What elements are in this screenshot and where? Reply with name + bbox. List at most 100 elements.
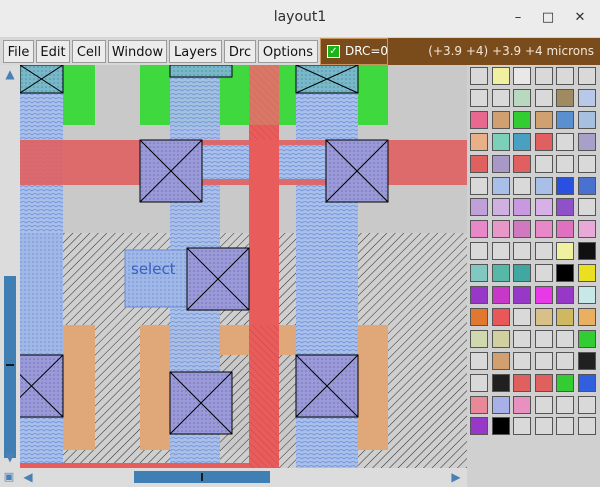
layer-swatch[interactable] [470,373,488,392]
layer-swatch[interactable] [513,417,531,436]
layer-swatch[interactable] [556,154,574,173]
vertical-scrollbar[interactable]: ▲ ▼ [0,65,20,468]
horizontal-scroll-thumb[interactable] [134,471,270,483]
layer-swatch[interactable] [556,242,574,261]
layer-swatch[interactable] [513,132,531,151]
layer-swatch[interactable] [534,242,553,261]
layer-swatch[interactable] [470,132,488,151]
layer-swatch[interactable] [513,242,531,261]
layer-swatch[interactable] [513,286,531,304]
layer-swatch[interactable] [470,176,488,195]
layer-swatch[interactable] [534,351,553,370]
scroll-right-icon[interactable]: ▶ [448,469,464,485]
layer-swatch[interactable] [534,220,553,239]
layer-swatch[interactable] [470,67,488,85]
close-icon[interactable]: ✕ [570,8,590,28]
layer-swatch[interactable] [470,351,488,370]
menu-layers[interactable]: Layers [169,40,222,63]
layer-swatch[interactable] [534,417,553,436]
layer-swatch[interactable] [556,264,574,283]
layer-swatch[interactable] [470,307,488,326]
maximize-icon[interactable]: □ [538,8,558,28]
layer-swatch[interactable] [577,395,596,414]
layer-swatch[interactable] [534,395,553,414]
layer-swatch[interactable] [491,132,510,151]
layer-swatch[interactable] [491,220,510,239]
layer-swatch[interactable] [577,88,596,107]
layer-swatch[interactable] [534,373,553,392]
layout-canvas[interactable]: select [0,64,467,468]
layer-swatch[interactable] [577,198,596,217]
layer-swatch[interactable] [556,67,574,85]
layer-swatch[interactable] [556,286,574,304]
layer-swatch[interactable] [577,242,596,261]
layer-swatch[interactable] [513,110,531,129]
layer-swatch[interactable] [491,329,510,348]
layer-swatch[interactable] [491,242,510,261]
layer-swatch[interactable] [534,110,553,129]
layer-swatch[interactable] [556,176,574,195]
layer-swatch[interactable] [534,329,553,348]
layer-swatch[interactable] [491,154,510,173]
layer-swatch[interactable] [577,176,596,195]
layer-swatch[interactable] [513,351,531,370]
layer-swatch[interactable] [513,88,531,107]
menu-file[interactable]: File [3,40,34,63]
layer-swatch[interactable] [556,373,574,392]
menu-drc[interactable]: Drc [224,40,256,63]
layer-swatch[interactable] [556,220,574,239]
layer-swatch[interactable] [556,110,574,129]
layer-swatch[interactable] [491,351,510,370]
menu-window[interactable]: Window [108,40,167,63]
layer-swatch[interactable] [556,198,574,217]
layer-swatch[interactable] [491,264,510,283]
layer-swatch[interactable] [534,198,553,217]
layer-swatch[interactable] [470,88,488,107]
layer-swatch[interactable] [577,132,596,151]
scroll-down-icon[interactable]: ▼ [2,449,18,465]
layer-swatch[interactable] [513,154,531,173]
layer-swatch[interactable] [513,307,531,326]
minimize-icon[interactable]: – [508,8,528,28]
menu-cell[interactable]: Cell [72,40,106,63]
layer-swatch[interactable] [534,88,553,107]
layer-swatch[interactable] [513,176,531,195]
layer-swatch[interactable] [556,307,574,326]
layer-swatch[interactable] [513,67,531,85]
layer-swatch[interactable] [491,307,510,326]
layer-swatch[interactable] [470,110,488,129]
layer-swatch[interactable] [556,88,574,107]
menu-options[interactable]: Options [258,40,318,63]
layer-swatch[interactable] [470,329,488,348]
menu-edit[interactable]: Edit [36,40,70,63]
layer-swatch[interactable] [577,373,596,392]
layer-swatch[interactable] [556,417,574,436]
layer-swatch[interactable] [534,307,553,326]
layer-swatch[interactable] [534,286,553,304]
layer-swatch[interactable] [577,220,596,239]
layer-swatch[interactable] [577,307,596,326]
scroll-up-icon[interactable]: ▲ [2,66,18,82]
layer-swatch[interactable] [577,110,596,129]
layer-swatch[interactable] [491,373,510,392]
layer-swatch[interactable] [577,351,596,370]
checkbox-checked-icon[interactable]: ✓ [327,45,340,58]
layer-swatch[interactable] [470,242,488,261]
drc-toggle[interactable]: ✓ DRC=0 [320,38,388,65]
layer-swatch[interactable] [513,198,531,217]
layer-swatch[interactable] [513,329,531,348]
layer-swatch[interactable] [513,373,531,392]
layer-swatch[interactable] [470,264,488,283]
canvas-corner-icon[interactable]: ▣ [2,469,16,485]
layer-swatch[interactable] [470,220,488,239]
layer-swatch[interactable] [534,67,553,85]
layer-swatch[interactable] [534,154,553,173]
layer-swatch[interactable] [491,198,510,217]
layer-swatch[interactable] [491,176,510,195]
layer-swatch[interactable] [470,286,488,304]
layer-swatch[interactable] [556,329,574,348]
layer-swatch[interactable] [513,220,531,239]
layer-swatch[interactable] [470,395,488,414]
layer-swatch[interactable] [577,329,596,348]
layer-swatch[interactable] [556,351,574,370]
